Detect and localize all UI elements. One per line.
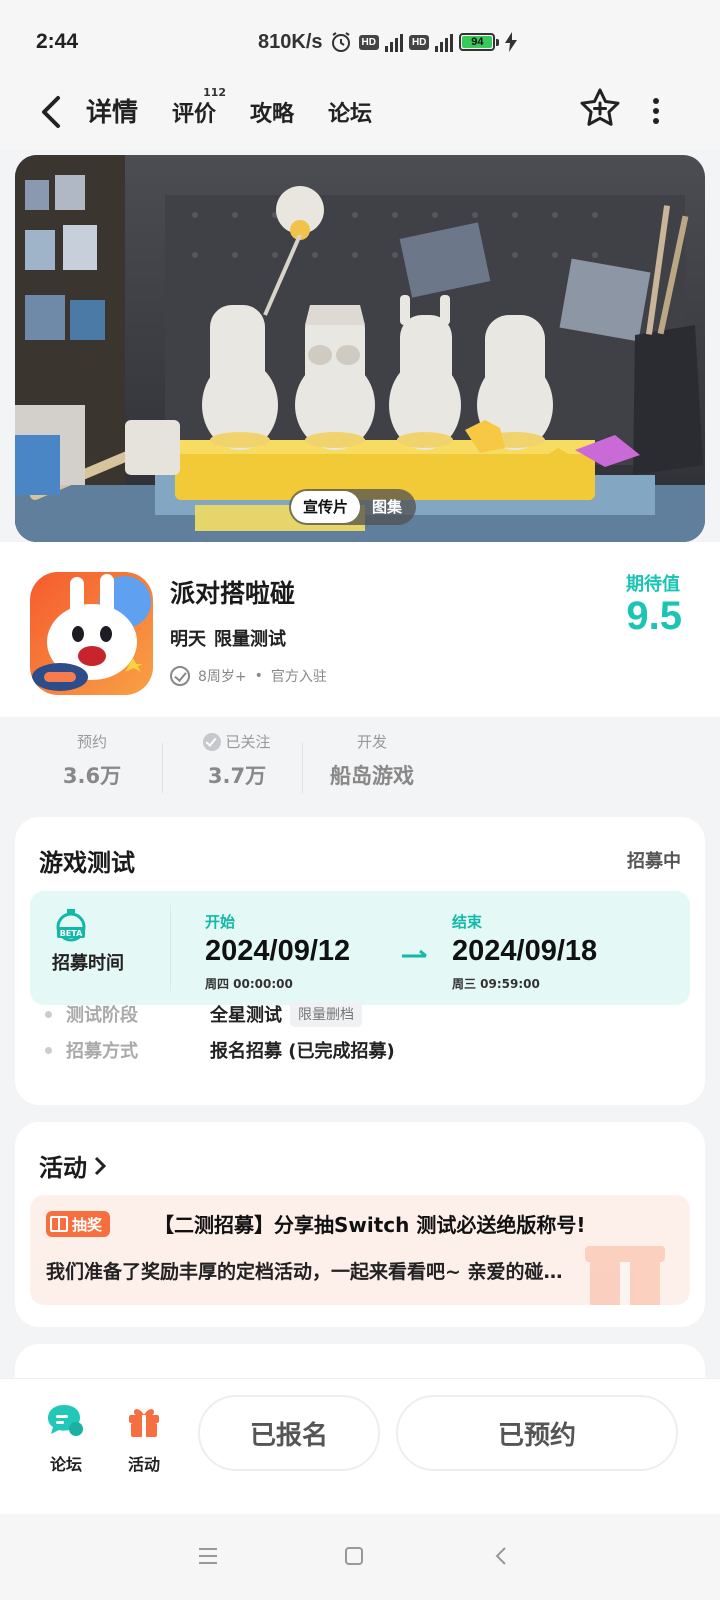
stats-row: 预约 3.6万 已关注 3.7万 开发 船岛游戏 <box>0 717 720 817</box>
meta-separator: • <box>254 668 263 684</box>
app-icon <box>30 572 153 695</box>
recruit-period: BETA 招募时间 开始 2024/09/12 周四 00:00:00 结束 2… <box>30 891 690 1005</box>
stat-reservations: 预约 3.6万 <box>62 733 122 788</box>
back-arrow-icon <box>42 96 60 128</box>
app-meta: 8周岁+ • 官方入驻 <box>170 666 327 686</box>
test-method-row: 招募方式 报名招募 (已完成招募) <box>45 1037 395 1063</box>
signed-up-button[interactable]: 已报名 <box>198 1395 380 1471</box>
battery-icon: 94 <box>459 33 500 51</box>
hero-video[interactable]: 宣传片 图集 <box>15 155 705 542</box>
top-nav: 详情 评价 112 攻略 论坛 <box>0 80 720 150</box>
stat-developer[interactable]: 开发 船岛游戏 <box>322 731 422 790</box>
bottom-action-bar: 论坛 活动 已报名 已预约 <box>0 1378 720 1514</box>
charging-icon <box>505 32 518 52</box>
age-rating: 8周岁+ <box>198 669 247 685</box>
home-icon[interactable] <box>342 1544 366 1568</box>
verified-icon <box>170 666 190 686</box>
lottery-badge: 抽奖 <box>46 1211 111 1237</box>
start-time: 周四 00:00:00 <box>205 977 293 991</box>
tab-forum[interactable]: 论坛 <box>328 96 372 135</box>
activity-button[interactable]: 活动 <box>114 1403 174 1475</box>
app-info: 派对搭啦碰 明天 限量测试 8周岁+ • 官方入驻 期待值 9.5 <box>0 542 720 717</box>
end-date: 2024/09/18 <box>452 935 598 967</box>
favorite-button[interactable] <box>578 86 622 130</box>
app-name: 派对搭啦碰 <box>170 579 296 608</box>
status-time: 2:44 <box>36 30 79 53</box>
expectation-score: 9.5 <box>626 594 682 638</box>
hd-icon: HD <box>408 34 430 50</box>
toggle-gallery[interactable]: 图集 <box>360 491 414 523</box>
more-button[interactable] <box>650 96 662 126</box>
official-label: 官方入驻 <box>270 669 327 685</box>
signal-icon <box>435 32 454 52</box>
beta-timer-icon: BETA <box>56 909 86 942</box>
stat-followers: 已关注 3.7万 <box>192 731 282 790</box>
signal-icon <box>384 32 403 52</box>
end-label: 结束 <box>452 913 483 931</box>
test-stage-row: 测试阶段 全星测试 限量删档 <box>45 1001 362 1027</box>
end-time: 周三 09:59:00 <box>452 977 540 991</box>
back-icon[interactable] <box>490 1544 514 1568</box>
battery-level: 94 <box>462 36 493 48</box>
back-button[interactable] <box>36 92 66 132</box>
start-date: 2024/09/12 <box>205 935 351 967</box>
system-nav-bar <box>0 1514 720 1600</box>
recruit-label: 招募时间 <box>52 953 124 974</box>
forum-button[interactable]: 论坛 <box>36 1403 96 1475</box>
test-title: 游戏测试 <box>39 849 135 877</box>
gift-icon <box>50 1216 68 1232</box>
activity-card: 活动 抽奖 【二测招募】分享抽Switch 测试必送绝版称号! 我们准备了奖励丰… <box>15 1122 705 1327</box>
stage-tag: 限量删档 <box>290 1001 362 1027</box>
alarm-icon <box>329 30 353 54</box>
release-date: 明天 <box>170 629 206 650</box>
nav-tabs: 详情 评价 112 攻略 论坛 <box>81 86 372 135</box>
status-bar: 2:44 810K/s HD HD 94 <box>0 0 720 80</box>
test-status: 招募中 <box>627 851 681 872</box>
status-indicators: 810K/s HD HD 94 <box>258 30 518 54</box>
expectation-label: 期待值 <box>626 574 680 595</box>
activity-item[interactable]: 抽奖 【二测招募】分享抽Switch 测试必送绝版称号! 我们准备了奖励丰厚的定… <box>30 1195 690 1305</box>
followed-icon <box>203 732 222 751</box>
tab-details[interactable]: 详情 <box>81 92 143 135</box>
svg-text:BETA: BETA <box>60 929 83 938</box>
hd-icon: HD <box>358 34 379 50</box>
hero-image <box>15 155 705 542</box>
start-label: 开始 <box>205 913 236 931</box>
gift-icon <box>129 1409 159 1437</box>
reviews-count-badge: 112 <box>203 86 227 99</box>
test-type: 限量测试 <box>214 629 286 650</box>
activity-headline: 【二测招募】分享抽Switch 测试必送绝版称号! <box>154 1213 586 1237</box>
activity-description: 我们准备了奖励丰厚的定档活动，一起来看看吧~ 亲爱的碰… <box>46 1261 563 1283</box>
game-test-card: 游戏测试 招募中 BETA 招募时间 开始 2024/09/12 周四 00:0… <box>15 817 705 1105</box>
media-toggle: 宣传片 图集 <box>289 489 417 525</box>
star-plus-icon <box>580 88 620 126</box>
app-release-info: 明天 限量测试 <box>170 625 286 651</box>
tab-reviews[interactable]: 评价 112 <box>172 86 226 135</box>
forum-icon <box>48 1405 83 1436</box>
tab-guides[interactable]: 攻略 <box>250 96 294 135</box>
network-speed: 810K/s <box>258 30 323 53</box>
reserved-button[interactable]: 已预约 <box>396 1395 678 1471</box>
arrow-right-icon <box>402 949 427 958</box>
menu-icon[interactable] <box>196 1544 220 1568</box>
chevron-right-icon <box>94 1156 107 1175</box>
toggle-trailer[interactable]: 宣传片 <box>291 491 361 523</box>
activity-title[interactable]: 活动 <box>39 1148 107 1183</box>
